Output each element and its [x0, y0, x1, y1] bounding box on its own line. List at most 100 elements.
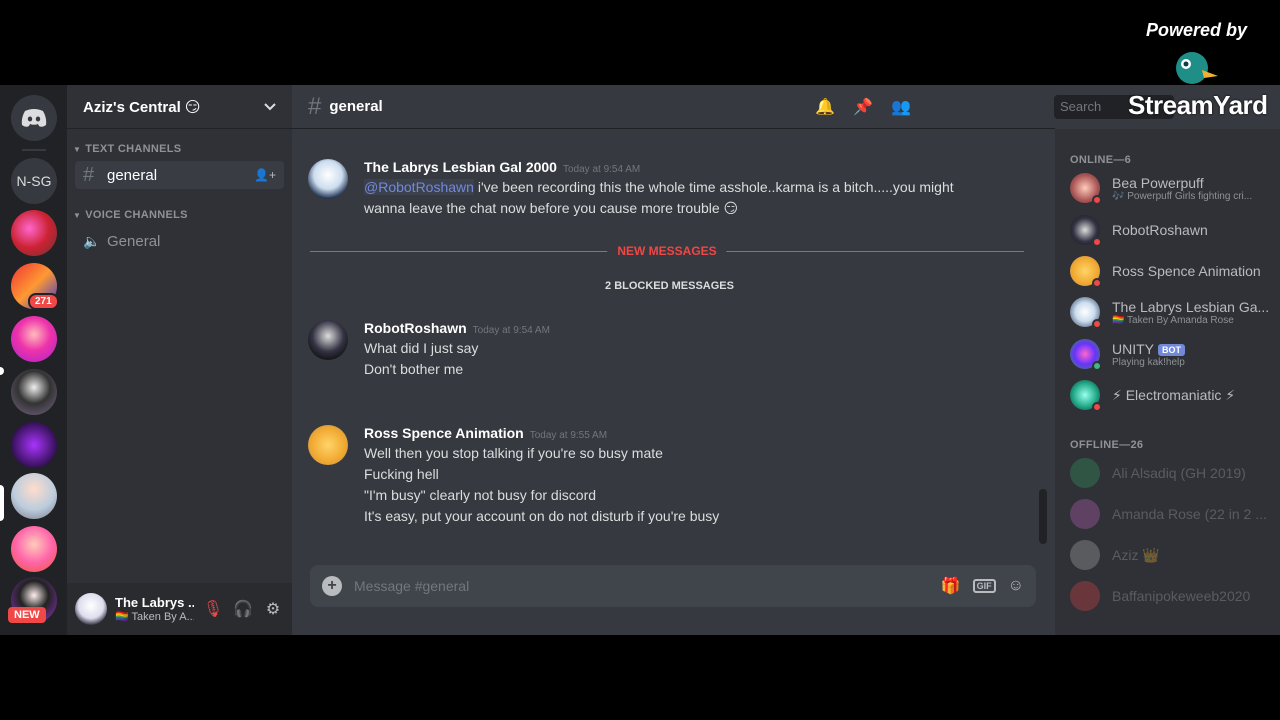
channel-general[interactable]: # general 👤+ — [75, 161, 284, 189]
online-header: ONLINE—6 — [1070, 154, 1132, 166]
server-icon-aziz[interactable] — [11, 473, 57, 519]
member-item[interactable]: Aziz 👑 — [1070, 540, 1270, 570]
message-input[interactable] — [354, 578, 929, 594]
category-text-channels[interactable]: ▼ TEXT CHANNELS — [67, 143, 292, 155]
offline-header: OFFLINE—26 — [1070, 439, 1144, 451]
member-item[interactable]: Ross Spence Animation — [1070, 256, 1270, 288]
message-list: The Labrys Lesbian Gal 2000 Today at 9:54… — [292, 129, 1047, 547]
pin-icon[interactable]: 📌 — [853, 97, 873, 117]
gif-button[interactable]: GIF — [972, 579, 996, 593]
member-item[interactable]: RobotRoshawn — [1070, 215, 1270, 247]
dnd-status-icon — [1092, 319, 1102, 329]
message-time: Today at 9:54 AM — [562, 164, 641, 175]
new-messages-divider: NEW MESSAGES — [310, 244, 1024, 258]
selected-server-pip — [0, 485, 4, 521]
member-name: Aziz 👑 — [1112, 546, 1160, 563]
message-time: Today at 9:54 AM — [472, 325, 550, 336]
member-name: Baffanipokeweeb2020 — [1112, 588, 1251, 604]
member-name: RobotRoshawn — [1112, 222, 1208, 238]
online-status-icon — [1092, 361, 1102, 371]
bell-icon[interactable]: 🔔 — [815, 97, 835, 117]
member-item[interactable]: Baffanipokeweeb2020 — [1070, 581, 1270, 611]
user-mention[interactable]: @RobotRoshawn — [364, 179, 474, 195]
bot-badge: BOT — [1158, 343, 1185, 356]
server-icon-4[interactable] — [11, 369, 57, 415]
message-author[interactable]: Ross Spence Animation — [364, 425, 524, 441]
category-label: TEXT CHANNELS — [85, 143, 182, 155]
member-name: The Labrys Lesbian Ga... — [1112, 298, 1270, 315]
member-name: Ross Spence Animation — [1112, 263, 1261, 279]
server-icon-1[interactable] — [11, 210, 57, 256]
server-rail: N-SG 271 NEW — [0, 85, 67, 635]
mute-mic-icon[interactable]: 🎙 — [202, 599, 224, 619]
message-text: It's easy, put your account on do not di… — [364, 508, 720, 524]
member-activity: Playing kak!help — [1112, 356, 1185, 368]
dnd-status-icon — [1092, 278, 1102, 288]
scrollbar[interactable] — [1039, 489, 1047, 544]
speaker-icon: 🔈 — [83, 232, 101, 249]
member-item[interactable]: ⚡ Electromaniatic ⚡ — [1070, 380, 1270, 412]
dnd-status-icon — [1092, 402, 1102, 412]
chevron-icon: ▼ — [73, 144, 82, 154]
avatar — [1070, 215, 1102, 247]
message-time: Today at 9:55 AM — [529, 430, 608, 441]
blocked-messages[interactable]: 2 BLOCKED MESSAGES — [292, 280, 1047, 292]
member-name: ⚡ Electromaniatic ⚡ — [1112, 386, 1236, 403]
message-text: "I'm busy" clearly not busy for discord — [364, 487, 597, 503]
unread-pip — [0, 367, 4, 375]
message-author[interactable]: RobotRoshawn — [364, 320, 467, 336]
new-badge: NEW — [8, 607, 46, 623]
hash-icon: # — [83, 163, 95, 186]
voice-channel-general[interactable]: 🔈 General — [75, 227, 284, 255]
channel-label: General — [107, 232, 161, 250]
message: Ross Spence Animation Today at 9:55 AM We… — [308, 425, 719, 527]
headphones-icon[interactable]: 🎧 — [232, 599, 254, 619]
message: RobotRoshawn Today at 9:54 AM What did I … — [308, 320, 550, 380]
add-attachment-icon[interactable]: + — [322, 576, 342, 596]
hash-icon: # — [308, 92, 322, 120]
member-item[interactable]: UNITY BOT Playing kak!help — [1070, 339, 1270, 371]
member-item[interactable]: Amanda Rose (22 in 2 ... — [1070, 499, 1270, 529]
discord-home-button[interactable] — [11, 95, 57, 141]
gift-icon[interactable]: 🎁 — [941, 576, 961, 596]
avatar[interactable] — [308, 159, 348, 199]
avatar[interactable] — [308, 425, 348, 465]
avatar — [1070, 540, 1100, 570]
members-icon[interactable]: 👥 — [891, 97, 911, 117]
avatar — [1070, 173, 1102, 205]
server-name: Aziz's Central 😏 — [83, 98, 201, 116]
avatar[interactable] — [75, 593, 107, 625]
message-text: Well then you stop talking if you're so … — [364, 445, 663, 461]
avatar — [1070, 499, 1100, 529]
member-list: ONLINE—6 Bea Powerpuff 🎶 Powerpuff Girls … — [1055, 129, 1280, 635]
powered-by-label: Powered by — [1146, 20, 1248, 40]
avatar — [1070, 581, 1100, 611]
message-author[interactable]: The Labrys Lesbian Gal 2000 — [364, 159, 557, 175]
member-item[interactable]: Bea Powerpuff 🎶 Powerpuff Girls fighting … — [1070, 173, 1270, 205]
server-icon-3[interactable] — [11, 316, 57, 362]
gear-icon[interactable]: ⚙ — [262, 599, 284, 619]
category-voice-channels[interactable]: ▼ VOICE CHANNELS — [67, 209, 292, 221]
server-icon-7[interactable] — [11, 526, 57, 572]
chevron-icon: ▼ — [73, 210, 82, 220]
member-item[interactable]: The Labrys Lesbian Ga... 🏳️‍🌈 Taken By Am… — [1070, 297, 1270, 329]
streamyard-duck-logo-icon — [1176, 52, 1218, 84]
discord-logo-icon — [21, 109, 47, 127]
member-name: Amanda Rose (22 in 2 ... — [1112, 506, 1267, 522]
server-header[interactable]: Aziz's Central 😏 — [67, 85, 292, 129]
message: The Labrys Lesbian Gal 2000 Today at 9:54… — [308, 159, 954, 219]
message-composer: + 🎁 GIF ☺ — [310, 565, 1036, 607]
add-user-icon[interactable]: 👤+ — [254, 168, 276, 182]
message-text: Don't bother me — [364, 361, 464, 377]
avatar[interactable] — [308, 320, 348, 360]
message-text: i've been recording this the whole time … — [473, 179, 954, 195]
emoji-icon[interactable]: ☺ — [1008, 577, 1024, 595]
user-panel: The Labrys ... 🏳️‍🌈 Taken By A... 🎙 🎧 ⚙ — [67, 583, 292, 635]
channel-topbar: # general 🔔 📌 👥 Search — [292, 85, 1174, 129]
channel-title: general — [329, 98, 383, 115]
channel-sidebar: Aziz's Central 😏 ▼ TEXT CHANNELS # gener… — [67, 85, 292, 635]
server-icon-5[interactable] — [11, 422, 57, 468]
server-nsg[interactable]: N-SG — [11, 158, 57, 204]
member-item[interactable]: Ali Alsadiq (GH 2019) — [1070, 458, 1270, 488]
chevron-down-icon — [264, 102, 276, 110]
